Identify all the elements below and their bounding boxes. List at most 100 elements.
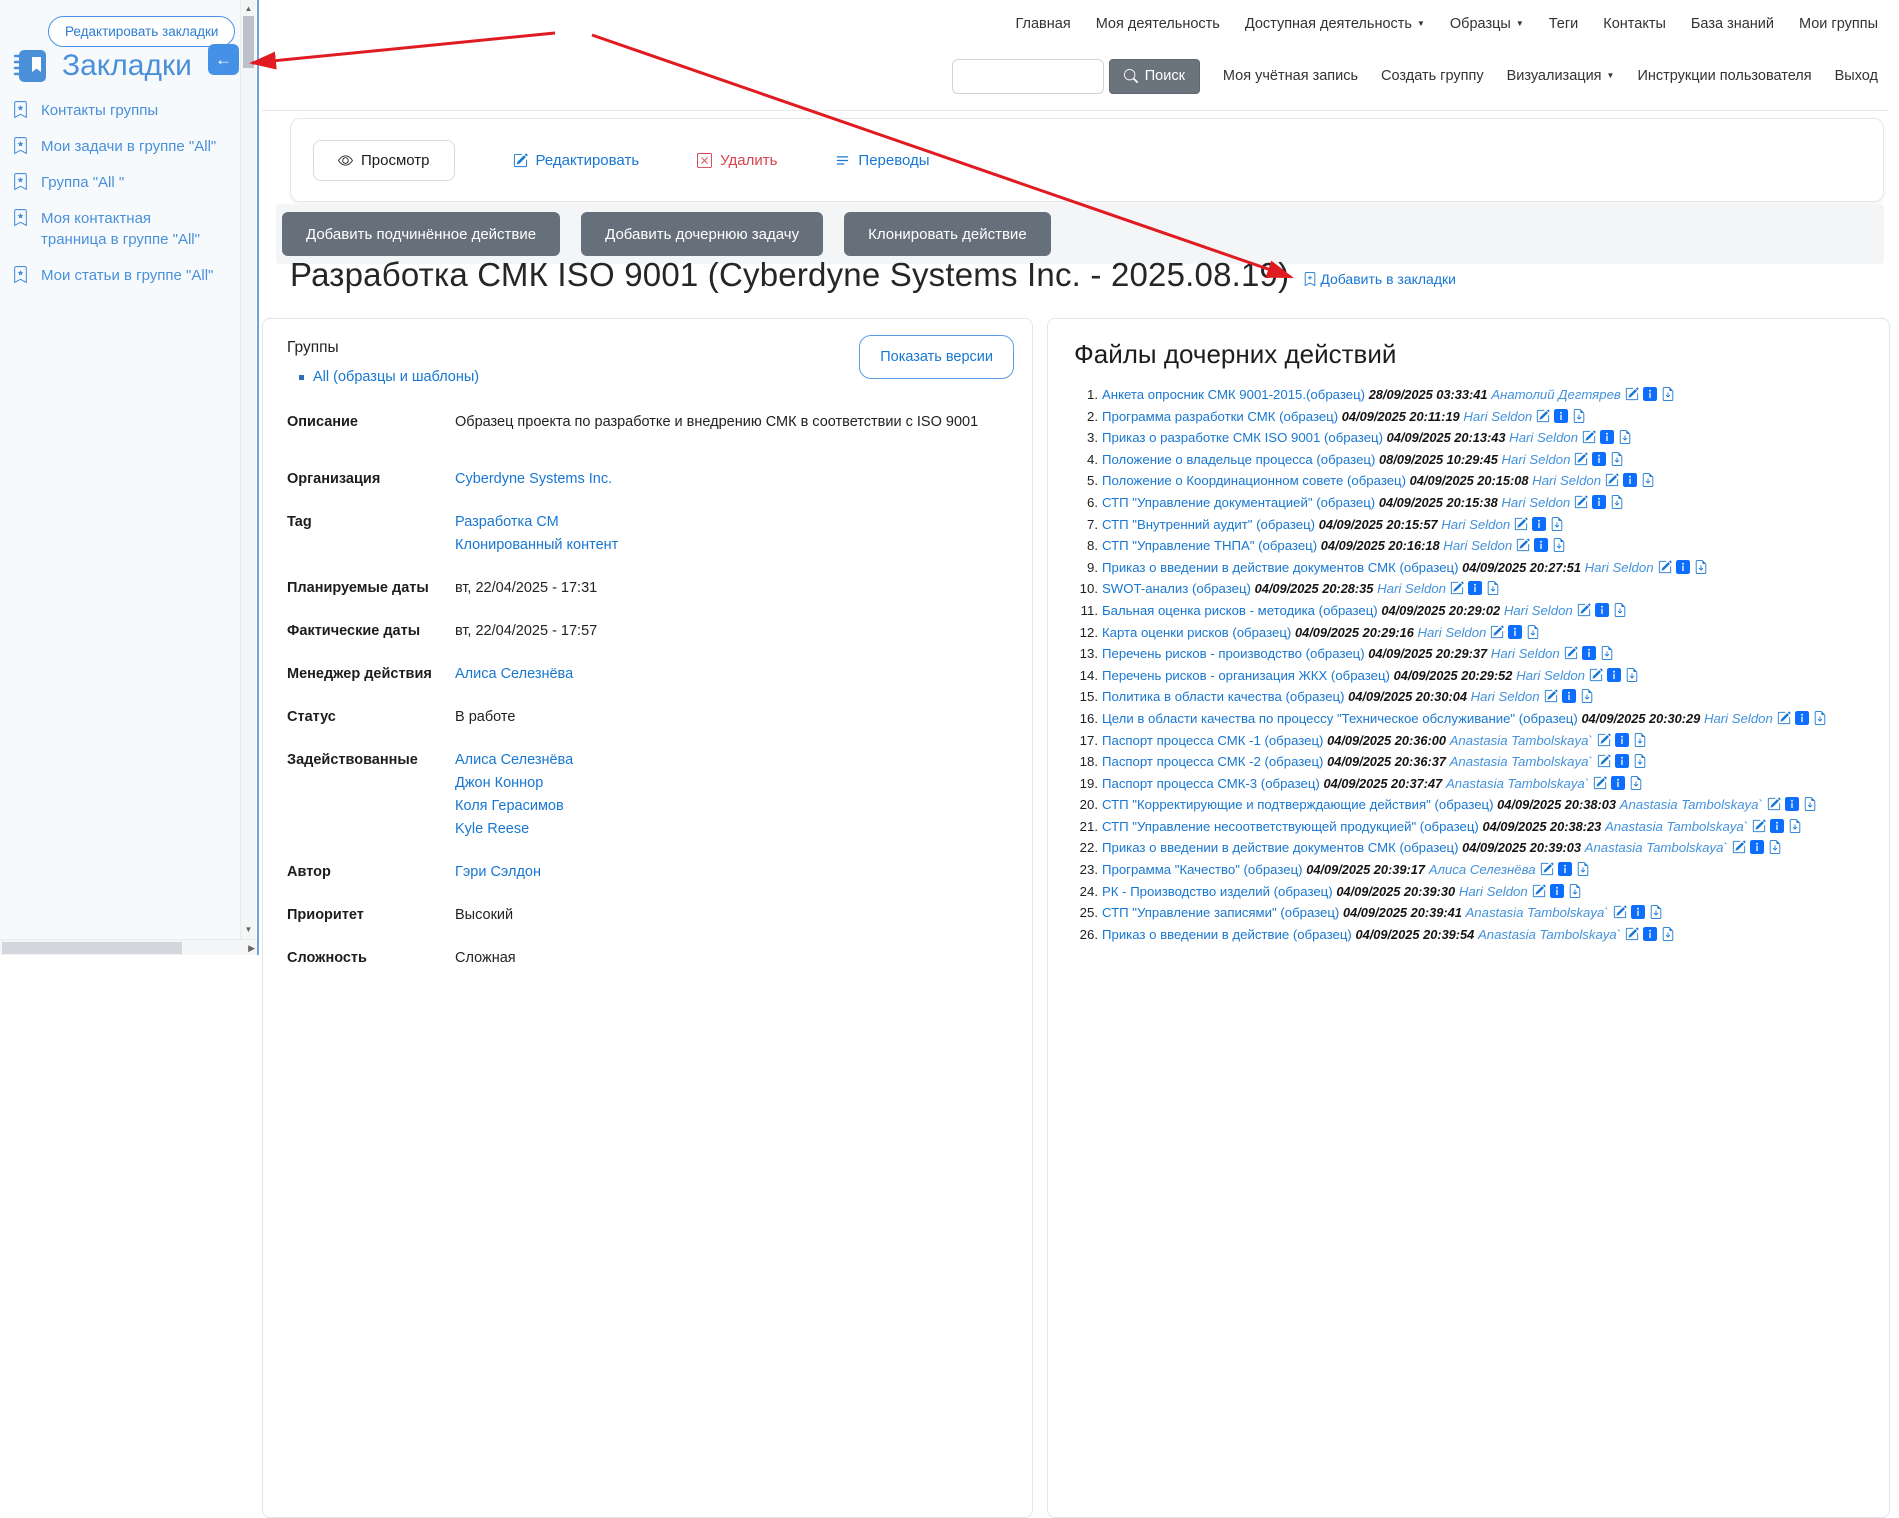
file-link[interactable]: Карта оценки рисков (образец) (1102, 625, 1291, 640)
nav-link[interactable]: Главная (1015, 16, 1070, 32)
file-author-link[interactable]: Anastasia Tambolskaya` (1605, 819, 1748, 834)
info-icon[interactable] (1750, 840, 1764, 854)
nav-link[interactable]: Контакты (1603, 16, 1666, 32)
nav-link[interactable]: Выход (1835, 68, 1878, 84)
download-icon[interactable] (1641, 473, 1655, 487)
edit-icon[interactable] (1752, 819, 1766, 833)
info-icon[interactable] (1795, 711, 1809, 725)
file-author-link[interactable]: Anastasia Tambolskaya` (1450, 733, 1593, 748)
nav-link[interactable]: Создать группу (1381, 68, 1484, 84)
file-link[interactable]: СТП "Управление документацией" (образец) (1102, 495, 1375, 510)
info-icon[interactable] (1582, 646, 1596, 660)
file-link[interactable]: Приказ о введении в действие документов … (1102, 560, 1458, 575)
nav-link[interactable]: Образцы▼ (1450, 16, 1524, 32)
nav-link[interactable]: Инструкции пользователя (1637, 68, 1811, 84)
info-icon[interactable] (1643, 387, 1657, 401)
file-author-link[interactable]: Hari Seldon (1516, 668, 1585, 683)
download-icon[interactable] (1803, 797, 1817, 811)
file-link[interactable]: Бальная оценка рисков - методика (образе… (1102, 603, 1378, 618)
file-link[interactable]: Программа "Качество" (образец) (1102, 862, 1303, 877)
download-icon[interactable] (1552, 538, 1566, 552)
file-link[interactable]: Программа разработки СМК (образец) (1102, 409, 1338, 424)
file-author-link[interactable]: Hari Seldon (1704, 711, 1773, 726)
file-link[interactable]: Перечень рисков - организация ЖКХ (образ… (1102, 668, 1390, 683)
edit-icon[interactable] (1516, 538, 1530, 552)
info-icon[interactable] (1611, 776, 1625, 790)
field-value-link[interactable]: Клонированный контент (455, 534, 618, 557)
file-author-link[interactable]: Hari Seldon (1377, 581, 1446, 596)
show-versions-button[interactable]: Показать версии (859, 335, 1014, 379)
bookmark-item[interactable]: Контакты группы (12, 100, 217, 121)
file-author-link[interactable]: Hari Seldon (1585, 560, 1654, 575)
file-author-link[interactable]: Anastasia Tambolskaya` (1478, 927, 1621, 942)
info-icon[interactable] (1534, 538, 1548, 552)
edit-icon[interactable] (1514, 517, 1528, 531)
file-link[interactable]: Цели в области качества по процессу "Тех… (1102, 711, 1578, 726)
scroll-up-icon[interactable]: ▲ (241, 2, 256, 16)
file-link[interactable]: СТП "Корректирующие и подтверждающие дей… (1102, 797, 1494, 812)
info-icon[interactable] (1615, 733, 1629, 747)
download-icon[interactable] (1576, 862, 1590, 876)
tab-просмотр[interactable]: Просмотр (313, 140, 455, 181)
info-icon[interactable] (1592, 452, 1606, 466)
edit-icon[interactable] (1577, 603, 1591, 617)
field-value-link[interactable]: Разработка СМ (455, 511, 618, 534)
scrollbar-thumb[interactable] (243, 16, 254, 68)
edit-icon[interactable] (1593, 776, 1607, 790)
download-icon[interactable] (1629, 776, 1643, 790)
file-author-link[interactable]: Anastasia Tambolskaya` (1450, 754, 1593, 769)
info-icon[interactable] (1554, 409, 1568, 423)
file-link[interactable]: Паспорт процесса СМК -2 (образец) (1102, 754, 1323, 769)
info-icon[interactable] (1468, 581, 1482, 595)
group-link[interactable]: All (образцы и шаблоны) (313, 369, 479, 385)
info-icon[interactable] (1508, 625, 1522, 639)
scrollbar-thumb[interactable] (2, 942, 182, 954)
edit-icon[interactable] (1536, 409, 1550, 423)
file-link[interactable]: РК - Производство изделий (образец) (1102, 884, 1333, 899)
action-button[interactable]: Добавить подчинённое действие (282, 212, 560, 256)
info-icon[interactable] (1770, 819, 1784, 833)
sidebar-collapse-button[interactable]: ← (208, 44, 239, 75)
info-icon[interactable] (1595, 603, 1609, 617)
download-icon[interactable] (1613, 603, 1627, 617)
file-author-link[interactable]: Hari Seldon (1463, 409, 1532, 424)
download-icon[interactable] (1813, 711, 1827, 725)
file-link[interactable]: Приказ о введении в действие (образец) (1102, 927, 1352, 942)
file-link[interactable]: SWOT-анализ (образец) (1102, 581, 1251, 596)
sidebar-horizontal-scrollbar[interactable]: ▶ (0, 939, 257, 955)
file-author-link[interactable]: Hari Seldon (1502, 452, 1571, 467)
download-icon[interactable] (1694, 560, 1708, 574)
file-author-link[interactable]: Hari Seldon (1459, 884, 1528, 899)
download-icon[interactable] (1600, 646, 1614, 660)
file-author-link[interactable]: Hari Seldon (1509, 430, 1578, 445)
nav-link[interactable]: Визуализация▼ (1507, 68, 1615, 84)
nav-link[interactable]: Доступная деятельность▼ (1245, 16, 1425, 32)
download-icon[interactable] (1610, 495, 1624, 509)
edit-icon[interactable] (1597, 733, 1611, 747)
file-link[interactable]: Приказ о введении в действие документов … (1102, 840, 1458, 855)
file-author-link[interactable]: Anastasia Tambolskaya` (1446, 776, 1589, 791)
scroll-down-icon[interactable]: ▼ (241, 923, 256, 937)
field-value-link[interactable]: Коля Герасимов (455, 795, 573, 818)
file-author-link[interactable]: Hari Seldon (1501, 495, 1570, 510)
file-author-link[interactable]: Hari Seldon (1417, 625, 1486, 640)
file-link[interactable]: Приказ о разработке СМК ISO 9001 (образе… (1102, 430, 1383, 445)
bookmark-item[interactable]: Мои статьи в группе "All" (12, 265, 217, 286)
sidebar-vertical-scrollbar[interactable]: ▲ ▼ (240, 0, 256, 939)
file-link[interactable]: Анкета опросник СМК 9001-2015.(образец) (1102, 387, 1365, 402)
field-value-link[interactable]: Джон Коннор (455, 772, 573, 795)
file-link[interactable]: СТП "Управление записями" (образец) (1102, 905, 1339, 920)
download-icon[interactable] (1610, 452, 1624, 466)
file-author-link[interactable]: Hari Seldon (1443, 538, 1512, 553)
download-icon[interactable] (1649, 905, 1663, 919)
add-to-bookmarks-link[interactable]: Добавить в закладки (1303, 271, 1456, 287)
edit-icon[interactable] (1450, 581, 1464, 595)
field-value-link[interactable]: Алиса Селезнёва (455, 749, 573, 772)
file-author-link[interactable]: Hari Seldon (1504, 603, 1573, 618)
scroll-right-icon[interactable]: ▶ (248, 940, 255, 956)
info-icon[interactable] (1676, 560, 1690, 574)
tab-удалить[interactable]: Удалить (697, 152, 777, 169)
download-icon[interactable] (1572, 409, 1586, 423)
edit-icon[interactable] (1597, 754, 1611, 768)
action-button[interactable]: Добавить дочернюю задачу (581, 212, 823, 256)
